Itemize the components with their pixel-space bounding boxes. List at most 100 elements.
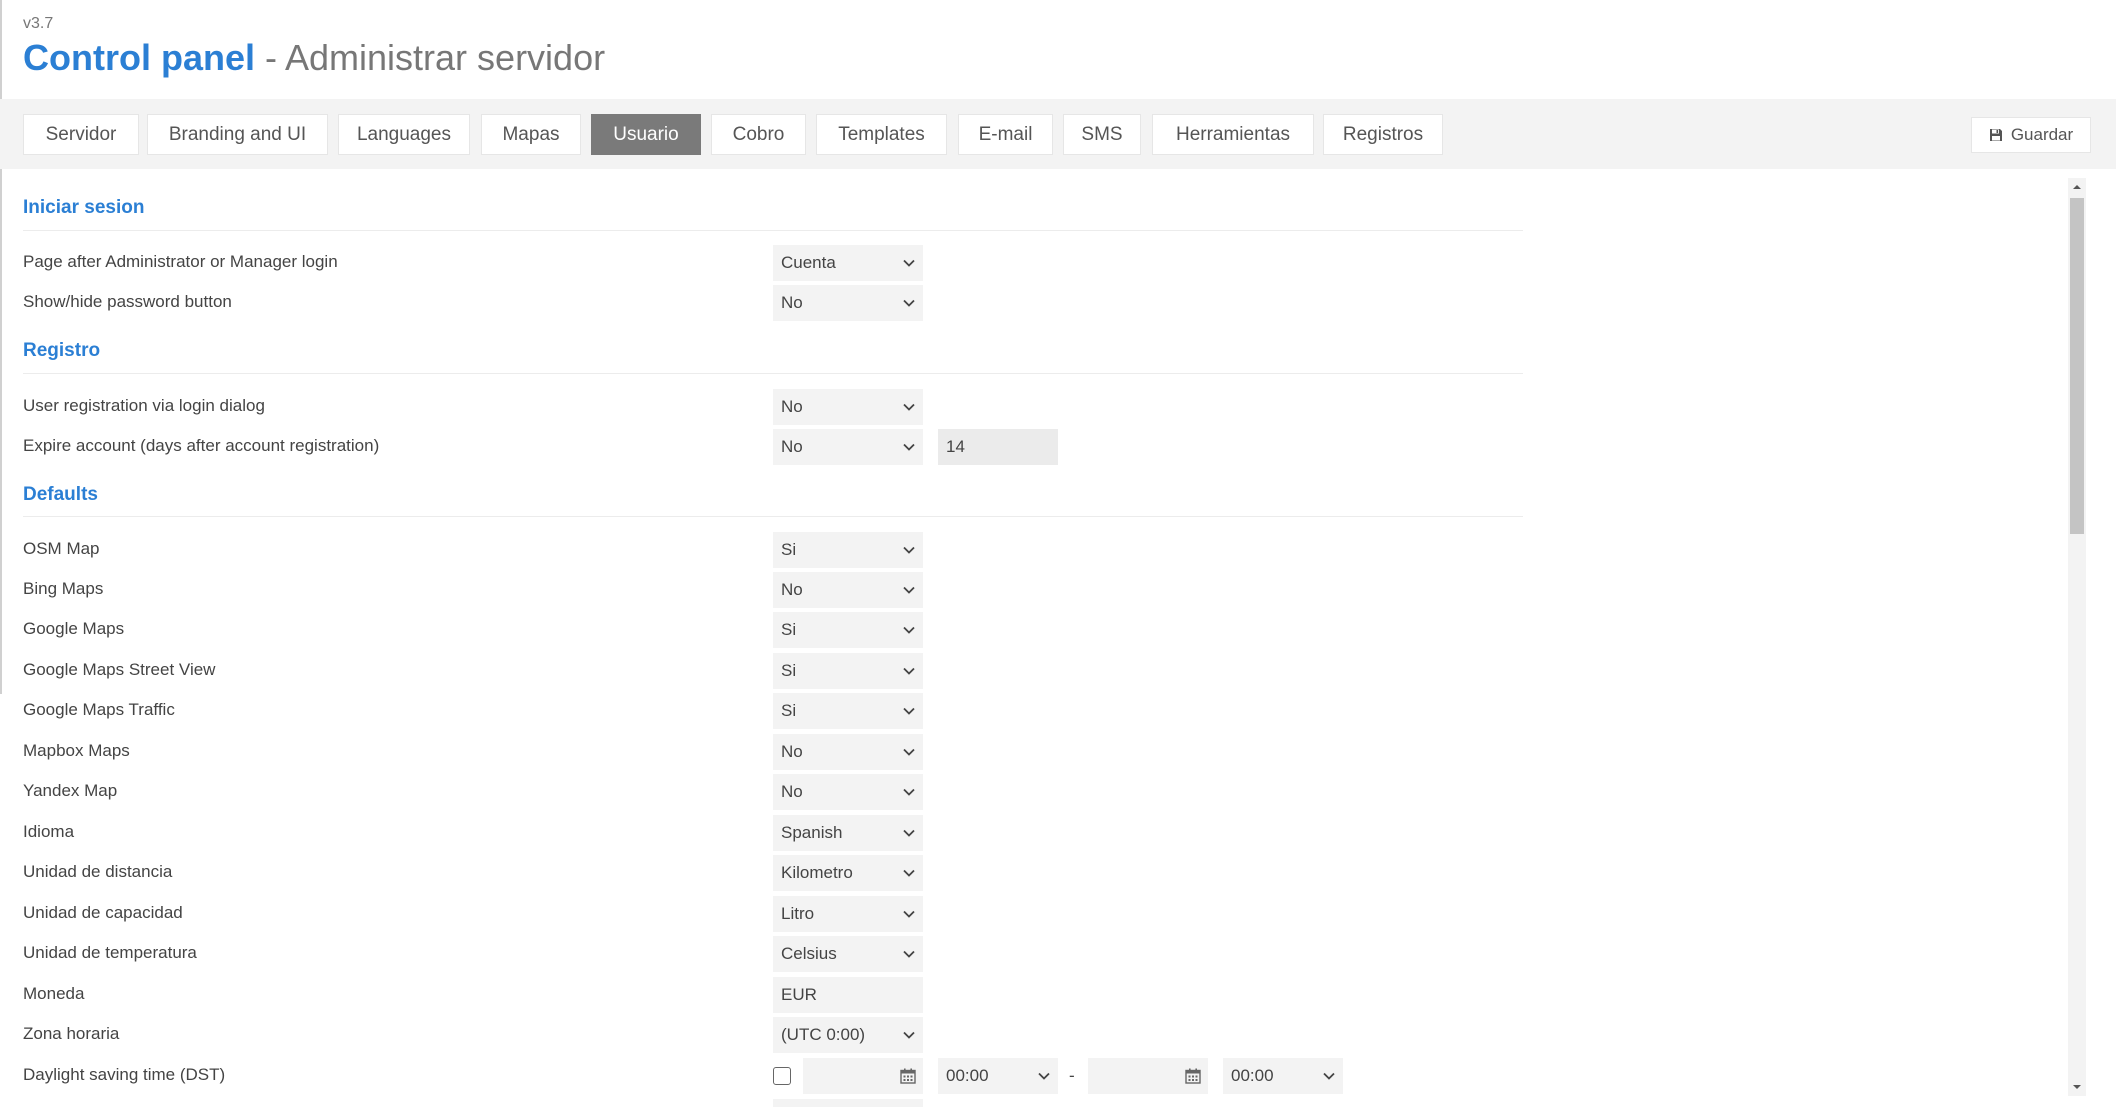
calendar-icon [1185, 1068, 1201, 1084]
tab-sms[interactable]: SMS [1063, 114, 1141, 155]
distance-unit-value: Kilometro [781, 863, 853, 882]
section-divider [23, 230, 1523, 231]
save-button-label: Guardar [2010, 125, 2074, 144]
user-registration-value: No [781, 397, 803, 416]
dst-start-time-value: 00:00 [946, 1066, 989, 1085]
show-hide-password-label: Show/hide password button [23, 292, 232, 311]
timezone-label: Zona horaria [23, 1024, 120, 1043]
tab-branding-and-ui[interactable]: Branding and UI [147, 114, 328, 155]
dst-end-time-value: 00:00 [1231, 1066, 1274, 1085]
chevron-down-icon [903, 259, 915, 267]
dst-end-date-input[interactable] [1088, 1058, 1208, 1094]
tab-mapas[interactable]: Mapas [481, 114, 581, 155]
expire-account-label: Expire account (days after account regis… [23, 436, 380, 455]
tab-e-mail[interactable]: E-mail [958, 114, 1053, 155]
user-registration-label: User registration via login dialog [23, 396, 265, 415]
capacity-unit-label: Unidad de capacidad [23, 903, 183, 922]
yandex-map-select[interactable]: No [773, 774, 923, 810]
tab-templates[interactable]: Templates [816, 114, 947, 155]
google-street-view-label: Google Maps Street View [23, 660, 216, 679]
language-label: Idioma [23, 822, 75, 841]
tab-languages[interactable]: Languages [338, 114, 470, 155]
section-title-login: Iniciar sesion [23, 197, 145, 218]
distance-unit-select[interactable]: Kilometro [773, 855, 923, 891]
page-header: v3.7 Control panel - Administrar servido… [23, 14, 605, 80]
version-label: v3.7 [23, 15, 54, 32]
timezone-select[interactable]: (UTC 0:00) [773, 1017, 923, 1053]
google-street-view-select[interactable]: Si [773, 653, 923, 689]
save-button[interactable]: Guardar [1971, 117, 2091, 153]
chevron-down-icon [903, 299, 915, 307]
google-maps-value: Si [781, 620, 797, 639]
section-divider [23, 373, 1523, 374]
calendar-icon [900, 1068, 916, 1084]
page-after-login-value: Cuenta [781, 253, 836, 272]
capacity-unit-value: Litro [781, 904, 815, 923]
page-title-main: Control panel [23, 37, 255, 78]
osm-map-value: Si [781, 540, 797, 559]
dst-checkbox[interactable] [773, 1067, 791, 1085]
capacity-unit-select[interactable]: Litro [773, 896, 923, 932]
dst-end-time-select[interactable]: 00:00 [1223, 1058, 1343, 1094]
user-registration-select[interactable]: No [773, 389, 923, 425]
show-hide-password-select[interactable]: No [773, 285, 923, 321]
chevron-down-icon [1323, 1072, 1335, 1080]
chevron-down-icon [903, 788, 915, 796]
language-select[interactable]: Spanish [773, 815, 923, 851]
google-maps-label: Google Maps [23, 619, 125, 638]
chevron-down-icon [903, 626, 915, 634]
temperature-unit-select[interactable]: Celsius [773, 936, 923, 972]
currency-input[interactable]: EUR [773, 977, 923, 1013]
scroll-down-arrow-icon[interactable] [2071, 1081, 2083, 1093]
tab-servidor[interactable]: Servidor [23, 114, 139, 155]
yandex-map-value: No [781, 782, 803, 801]
tab-cobro[interactable]: Cobro [711, 114, 806, 155]
chevron-down-icon [903, 1031, 915, 1039]
osm-map-label: OSM Map [23, 539, 100, 558]
dst-start-date-input[interactable] [803, 1058, 923, 1094]
chevron-down-icon [903, 707, 915, 715]
section-divider [23, 516, 1523, 517]
chevron-down-icon [903, 586, 915, 594]
section-title-registration: Registro [23, 340, 101, 361]
bing-maps-label: Bing Maps [23, 579, 104, 598]
mapbox-maps-value: No [781, 742, 803, 761]
tab-herramientas[interactable]: Herramientas [1152, 114, 1314, 155]
mapbox-maps-label: Mapbox Maps [23, 741, 130, 760]
page-after-login-select[interactable]: Cuenta [773, 245, 923, 281]
google-traffic-label: Google Maps Traffic [23, 700, 175, 719]
osm-map-select[interactable]: Si [773, 532, 923, 568]
chevron-down-icon [903, 910, 915, 918]
chevron-down-icon [1038, 1072, 1050, 1080]
timezone-value: (UTC 0:00) [781, 1025, 866, 1044]
scrollbar-thumb[interactable] [2070, 198, 2084, 534]
chevron-down-icon [903, 667, 915, 675]
language-value: Spanish [781, 823, 843, 842]
currency-label: Moneda [23, 984, 85, 1003]
bing-maps-select[interactable]: No [773, 572, 923, 608]
scroll-up-arrow-icon[interactable] [2071, 181, 2083, 193]
google-traffic-select[interactable]: Si [773, 693, 923, 729]
google-street-view-value: Si [781, 661, 797, 680]
chevron-down-icon [903, 546, 915, 554]
google-maps-select[interactable]: Si [773, 612, 923, 648]
expire-account-days-input[interactable]: 14 [938, 429, 1058, 465]
google-traffic-value: Si [781, 701, 797, 720]
dst-start-time-select[interactable]: 00:00 [938, 1058, 1058, 1094]
tab-registros[interactable]: Registros [1323, 114, 1443, 155]
page-title: Control panel - Administrar servidor [23, 36, 605, 80]
tab-bar: Servidor Branding and UI Languages Mapas… [0, 99, 2116, 169]
bing-maps-value: No [781, 580, 803, 599]
chevron-down-icon [903, 950, 915, 958]
dst-range-separator: - [1069, 1066, 1075, 1085]
chevron-down-icon [903, 443, 915, 451]
mapbox-maps-select[interactable]: No [773, 734, 923, 770]
expire-account-select[interactable]: No [773, 429, 923, 465]
tab-usuario[interactable]: Usuario [591, 114, 701, 155]
yandex-map-label: Yandex Map [23, 781, 118, 800]
dst-label: Daylight saving time (DST) [23, 1065, 226, 1084]
section-title-defaults: Defaults [23, 484, 98, 505]
next-row-select-partial[interactable] [773, 1099, 923, 1107]
chevron-down-icon [903, 829, 915, 837]
expire-account-value: No [781, 437, 803, 456]
